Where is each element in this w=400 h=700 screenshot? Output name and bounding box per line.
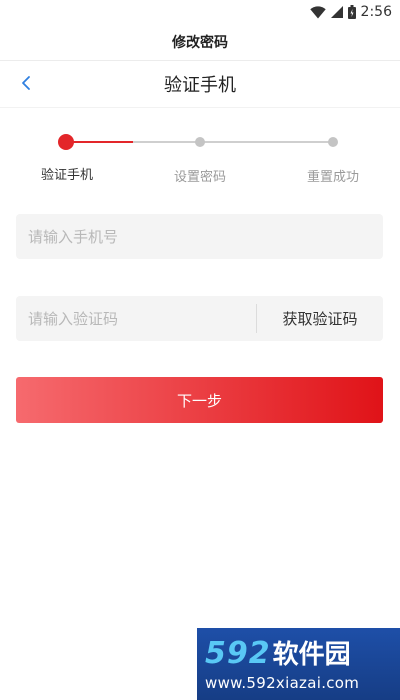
step-dot-reset-success [328,137,338,147]
watermark-number: 592 [205,636,271,671]
phone-input[interactable] [16,214,383,259]
phone-field [16,214,383,259]
step-label-set-password: 设置密码 [173,170,227,185]
app-title: 修改密码 [172,35,228,51]
watermark-logo: 592 软件园 www.592xiazai.com [197,628,400,700]
status-icons: 2:56 [309,3,392,21]
step-label-reset-success: 重置成功 [306,170,360,185]
step-dot-set-password [195,137,205,147]
watermark-name: 软件园 [272,640,351,670]
next-button[interactable]: 下一步 [16,377,383,423]
back-button[interactable] [14,73,38,97]
app-title-bar: 修改密码 [0,24,400,61]
code-input[interactable] [16,296,256,341]
status-bar: 2:56 [0,0,400,24]
code-field: 获取验证码 [16,296,383,341]
battery-icon [347,5,356,19]
wifi-icon [309,5,326,19]
step-progress: 验证手机 设置密码 重置成功 [0,130,400,190]
cell-signal-icon [330,6,343,18]
chevron-left-icon [20,75,32,95]
status-time: 2:56 [360,4,392,20]
page-title: 验证手机 [164,75,236,96]
watermark-url: www.592xiazai.com [205,674,360,692]
step-label-verify: 验证手机 [40,168,94,183]
get-code-button[interactable]: 获取验证码 [257,296,383,341]
nav-bar: 验证手机 [0,61,400,108]
step-dot-verify [58,134,74,150]
watermark-brand: 592 软件园 [205,634,392,671]
step-track-progress [66,141,133,143]
